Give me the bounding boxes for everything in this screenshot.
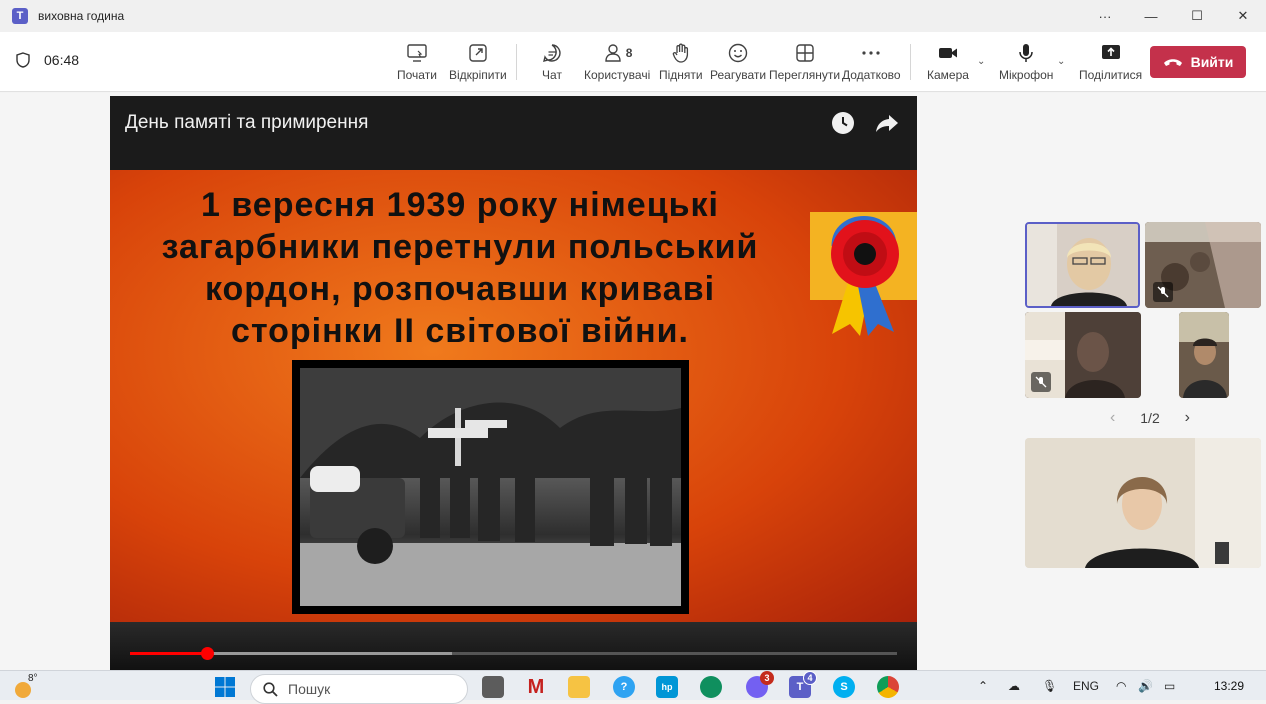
skype-icon[interactable]: S bbox=[833, 676, 855, 698]
participant-tile-2[interactable] bbox=[1145, 222, 1261, 308]
people-icon bbox=[605, 44, 621, 62]
shared-video-player[interactable]: День памяті та примирення 1 вересня 1939… bbox=[110, 96, 917, 670]
chat-icon bbox=[543, 44, 561, 62]
more-actions-button[interactable]: Додатково bbox=[842, 40, 901, 86]
language-indicator[interactable]: ENG bbox=[1073, 679, 1099, 693]
chat-button[interactable]: Чат bbox=[541, 40, 563, 86]
view-button[interactable]: Переглянути bbox=[769, 40, 840, 86]
share-button[interactable]: Поділитися bbox=[1079, 40, 1142, 86]
camera-options-chevron-down-icon[interactable]: ⌄ bbox=[977, 56, 985, 67]
gallery-pager: ‹ 1/2 › bbox=[1110, 409, 1190, 427]
window-controls: ··· — ☐ ✕ bbox=[1082, 0, 1266, 32]
meeting-toolbar: 06:48 Почати Відкріпити Чат 8 Користувач… bbox=[0, 32, 1266, 92]
video-header: День памяті та примирення bbox=[110, 96, 917, 170]
maximize-button[interactable]: ☐ bbox=[1174, 0, 1220, 32]
chrome-icon[interactable] bbox=[877, 676, 899, 698]
camera-button[interactable]: Камера bbox=[927, 40, 969, 86]
participant-tile-1[interactable] bbox=[1025, 222, 1140, 308]
video-scrubber-handle[interactable] bbox=[200, 647, 214, 660]
historical-photo bbox=[292, 360, 689, 614]
toolbar-separator bbox=[910, 44, 911, 80]
poppy-ribbon-emblem-icon bbox=[810, 212, 917, 336]
viber-badge: 3 bbox=[760, 671, 774, 685]
ellipsis-icon bbox=[862, 51, 880, 55]
muted-mic-icon bbox=[1031, 372, 1051, 392]
help-icon[interactable]: ? bbox=[613, 676, 635, 698]
mic-options-chevron-down-icon[interactable]: ⌄ bbox=[1057, 56, 1065, 67]
toolbar-separator bbox=[516, 44, 517, 80]
raise-hand-button[interactable]: Підняти bbox=[659, 40, 703, 86]
video-controls bbox=[110, 622, 917, 670]
screen-start-icon bbox=[407, 44, 427, 62]
leave-button[interactable]: Вийти bbox=[1150, 46, 1246, 78]
soldiers-photo-image bbox=[300, 368, 681, 606]
slide-text: 1 вересня 1939 року німецькі загарбники … bbox=[161, 186, 759, 350]
hand-icon bbox=[672, 43, 688, 63]
self-view-tile[interactable] bbox=[1025, 438, 1261, 568]
participant-tile-4[interactable] bbox=[1179, 312, 1229, 398]
start-button[interactable]: Почати bbox=[397, 40, 437, 86]
popout-icon bbox=[469, 44, 487, 62]
self-video-frame bbox=[1025, 438, 1261, 568]
wifi-icon[interactable]: ◠ bbox=[1116, 679, 1126, 693]
next-page-chevron-right-icon[interactable]: › bbox=[1185, 409, 1190, 427]
video-played bbox=[130, 652, 207, 655]
meeting-timer: 06:48 bbox=[16, 52, 79, 68]
participant-tile-3[interactable] bbox=[1025, 312, 1141, 398]
phone-hangup-icon bbox=[1163, 59, 1182, 66]
mic-button[interactable]: Мікрофон bbox=[999, 40, 1053, 86]
share-screen-icon bbox=[1101, 45, 1120, 59]
edge-browser-icon[interactable] bbox=[700, 676, 722, 698]
watch-later-clock-icon[interactable] bbox=[830, 110, 856, 136]
tray-chevron-up-icon[interactable]: ⌃ bbox=[978, 679, 988, 693]
react-button[interactable]: Реагувати bbox=[710, 40, 766, 86]
smiley-icon bbox=[728, 43, 748, 63]
volume-icon[interactable]: 🔊 bbox=[1138, 679, 1153, 693]
network-cloud-icon[interactable]: ☁ bbox=[1008, 679, 1020, 693]
participant-video-frame bbox=[1179, 312, 1229, 398]
task-view-icon[interactable] bbox=[482, 676, 504, 698]
close-button[interactable]: ✕ bbox=[1220, 0, 1266, 32]
battery-icon[interactable]: ▭ bbox=[1164, 679, 1175, 693]
microphone-tray-icon[interactable]: 🎙 bbox=[1042, 679, 1057, 693]
prev-page-chevron-left-icon[interactable]: ‹ bbox=[1110, 409, 1115, 427]
teams-taskbar-icon[interactable]: T 4 bbox=[789, 671, 817, 698]
search-icon bbox=[263, 681, 278, 697]
title-bar: T виховна година ··· — ☐ ✕ bbox=[0, 0, 1266, 32]
video-slide: 1 вересня 1939 року німецькі загарбники … bbox=[110, 170, 917, 622]
meeting-stage: День памяті та примирення 1 вересня 1939… bbox=[0, 93, 1266, 670]
shield-icon bbox=[16, 52, 30, 68]
minimize-button[interactable]: — bbox=[1128, 0, 1174, 32]
participant-video-frame bbox=[1027, 224, 1138, 306]
taskbar-clock[interactable]: 13:29 bbox=[1214, 679, 1244, 693]
teams-badge: 4 bbox=[803, 671, 817, 685]
people-button[interactable]: 8 Користувачі bbox=[584, 40, 650, 86]
timer-text: 06:48 bbox=[44, 52, 80, 68]
viber-icon[interactable]: 3 bbox=[746, 671, 774, 698]
gmail-icon[interactable]: M bbox=[525, 676, 547, 698]
people-count: 8 bbox=[625, 46, 633, 60]
video-title: День памяті та примирення bbox=[125, 112, 369, 133]
video-progress-bar[interactable] bbox=[130, 647, 897, 660]
share-arrow-icon[interactable] bbox=[874, 110, 900, 136]
myhp-icon[interactable]: hp bbox=[656, 676, 678, 698]
more-options-button[interactable]: ··· bbox=[1082, 0, 1128, 32]
microphone-icon bbox=[1019, 44, 1033, 62]
file-explorer-folder-icon[interactable] bbox=[568, 676, 590, 698]
windows-taskbar: 8° Пошук M ? hp 3 T 4 S ⌃ ☁ 🎙 ENG ◠ 🔊 ▭ … bbox=[0, 670, 1266, 704]
start-menu-windows-icon[interactable] bbox=[214, 676, 236, 698]
grid-view-icon bbox=[795, 44, 814, 62]
gallery-page-indicator: 1/2 bbox=[1140, 410, 1160, 426]
popout-button[interactable]: Відкріпити bbox=[449, 40, 507, 86]
teams-logo-icon: T bbox=[12, 8, 28, 24]
muted-mic-icon bbox=[1153, 282, 1173, 302]
camera-icon bbox=[938, 48, 957, 58]
weather-widget[interactable]: 8° bbox=[14, 673, 44, 698]
window-title: виховна година bbox=[38, 9, 125, 23]
